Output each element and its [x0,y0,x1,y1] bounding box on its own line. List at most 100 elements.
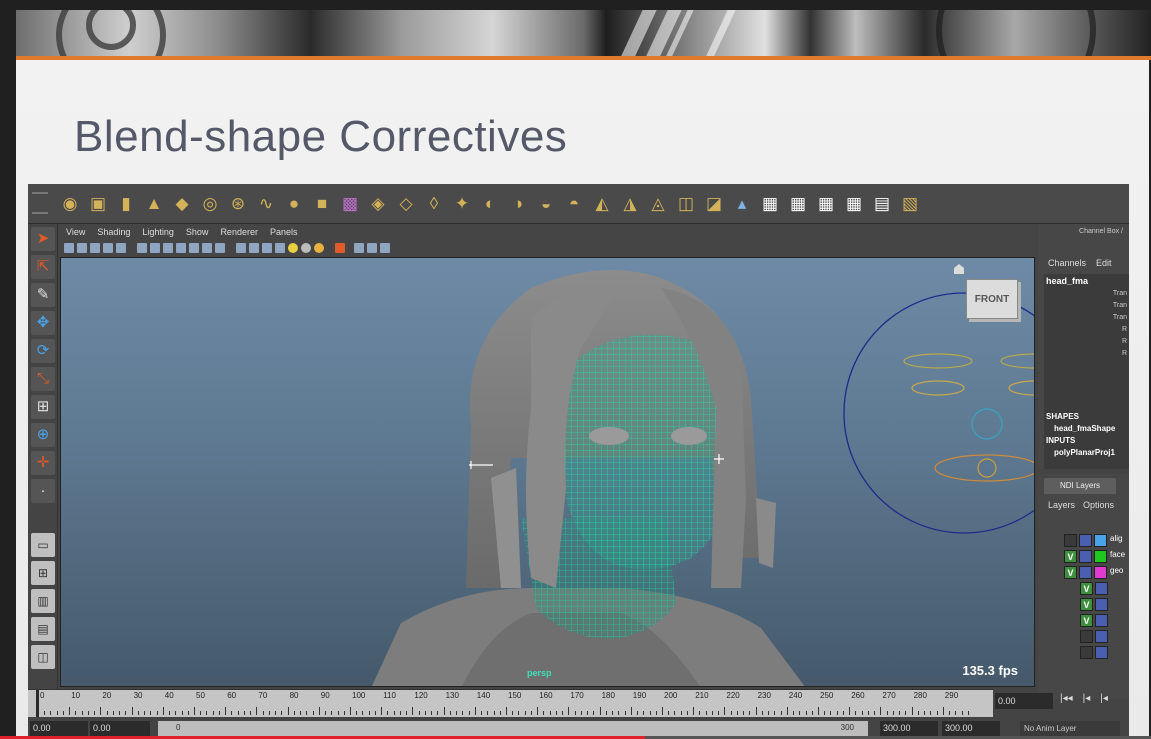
bevel-icon[interactable]: ◇ [394,192,418,216]
current-frame-field[interactable]: 0.00 [995,693,1053,709]
last-tool-icon[interactable]: · [31,479,55,503]
layer-row[interactable]: Vface [1064,550,1129,565]
layer-row[interactable] [1064,646,1129,661]
shelf-grip-icon[interactable] [32,192,48,214]
safe-action-icon[interactable] [202,243,212,253]
smooth-shade-icon[interactable] [249,243,259,253]
layer-row[interactable]: V [1064,598,1129,613]
anim-end-field[interactable]: 300.00 [942,721,1000,736]
layer-visibility-toggle[interactable]: V [1064,550,1077,563]
resolution-gate-icon[interactable] [163,243,173,253]
four-pane-layout-icon[interactable]: ⊞ [31,561,55,585]
attr-translate-x[interactable]: Tran [1113,290,1127,297]
shape-node-item[interactable]: head_fmaShape [1054,424,1115,433]
menu-show[interactable]: Show [186,224,209,240]
viewcube[interactable]: FRONT [966,279,1018,319]
layer-visibility-toggle[interactable]: V [1064,566,1077,579]
split-icon[interactable]: ✦ [450,192,474,216]
input-node-item[interactable]: polyPlanarProj1 [1054,448,1115,457]
layer-visibility-toggle[interactable] [1064,534,1077,547]
curve-icon[interactable]: ∿ [254,192,278,216]
layer-color-swatch[interactable] [1094,550,1107,563]
select-tool-icon[interactable]: ➤ [31,227,55,251]
share-icon[interactable] [380,243,390,253]
lasso-tool-icon[interactable]: ⇱ [31,255,55,279]
layer-color-swatch[interactable] [1094,534,1107,547]
cube-icon[interactable]: ▣ [86,192,110,216]
xray-icon[interactable] [354,243,364,253]
gate-mask-icon[interactable] [176,243,186,253]
menu-shading[interactable]: Shading [97,224,130,240]
lights-icon[interactable] [288,243,298,253]
layer-row[interactable]: V [1064,614,1129,629]
layer-type-toggle[interactable] [1079,534,1092,547]
nurbs-cube-icon[interactable]: ■ [310,192,334,216]
checker-map-icon[interactable]: ▦ [786,192,810,216]
attr-translate-z[interactable]: Tran [1113,314,1127,321]
menu-channels[interactable]: Channels [1048,258,1086,268]
film-gate-icon[interactable] [150,243,160,253]
wireframe-on-shaded-icon[interactable] [262,243,272,253]
uv-editor-icon[interactable]: ▤ [870,192,894,216]
tab-ndi-layers[interactable]: NDI Layers [1044,478,1116,494]
menu-view[interactable]: View [66,224,85,240]
smooth-icon[interactable]: ◑ [506,192,530,216]
menu-options[interactable]: Options [1083,500,1114,510]
brick-icon[interactable]: ▧ [898,192,922,216]
time-slider[interactable]: 0 10 20 30 40 50 60 70 80 90 100 110 120 130 140 150 160… [28,689,993,717]
attr-rotate-z[interactable]: R [1122,350,1127,357]
image-plane-icon[interactable] [90,243,100,253]
extrude-icon[interactable]: ◈ [366,192,390,216]
range-slider[interactable]: 0 300 [158,721,868,736]
outliner-layout-icon[interactable]: ▥ [31,589,55,613]
nurbs-sphere-icon[interactable]: ● [282,192,306,216]
layer-type-toggle[interactable] [1079,566,1092,579]
single-pane-layout-icon[interactable]: ▭ [31,533,55,557]
xray-joints-icon[interactable] [367,243,377,253]
menu-lighting[interactable]: Lighting [142,224,174,240]
material-icon[interactable]: ▩ [338,192,362,216]
sphere-icon[interactable]: ◉ [58,192,82,216]
camera-attr-icon[interactable] [64,243,74,253]
ssao-icon[interactable] [314,243,324,253]
custom-layout-icon[interactable]: ◫ [31,645,55,669]
playback-end-field[interactable]: 300.00 [880,721,938,736]
anim-layer-dropdown[interactable]: No Anim Layer [1020,721,1120,736]
paint-select-icon[interactable]: ✎ [31,283,55,307]
layer-row[interactable]: alig [1064,534,1129,549]
two-d-pan-icon[interactable] [103,243,113,253]
current-time-indicator[interactable] [36,690,39,717]
layer-row[interactable] [1064,630,1129,645]
layer-type-toggle[interactable] [1095,582,1108,595]
checker-uv-icon[interactable]: ▦ [758,192,782,216]
layer-type-toggle[interactable] [1095,646,1108,659]
pyramid-icon[interactable]: ▴ [730,192,754,216]
plane-icon[interactable]: ◆ [170,192,194,216]
layer-visibility-toggle[interactable]: V [1080,598,1093,611]
camera-bookmark-icon[interactable] [77,243,87,253]
anim-start-field[interactable]: 0.00 [30,721,88,736]
soft-mod-icon[interactable]: ⊕ [31,423,55,447]
grid-icon[interactable] [137,243,147,253]
attr-translate-y[interactable]: Tran [1113,302,1127,309]
mirror-icon[interactable]: ◭ [590,192,614,216]
step-back-icon[interactable]: |◂ [1083,693,1091,704]
layer-row[interactable]: V [1064,582,1129,597]
isolate-icon[interactable] [335,243,345,253]
layer-row[interactable]: Vgeo [1064,566,1129,581]
field-chart-icon[interactable] [189,243,199,253]
insert-loop-icon[interactable]: ◫ [674,192,698,216]
wireframe-icon[interactable] [236,243,246,253]
rotate-tool-icon[interactable]: ⟳ [31,339,55,363]
wedge-icon[interactable]: ◪ [702,192,726,216]
viewport-persp[interactable]: FRONT persp 135.3 fps [60,257,1035,687]
combine-icon[interactable]: ◒ [534,192,558,216]
menu-layers[interactable]: Layers [1048,500,1075,510]
checker-unfold-icon[interactable]: ▦ [814,192,838,216]
shadows-icon[interactable] [301,243,311,253]
append-icon[interactable]: ◬ [646,192,670,216]
layer-color-swatch[interactable] [1094,566,1107,579]
layer-type-toggle[interactable] [1095,630,1108,643]
textured-icon[interactable] [275,243,285,253]
menu-edit[interactable]: Edit [1096,258,1112,268]
